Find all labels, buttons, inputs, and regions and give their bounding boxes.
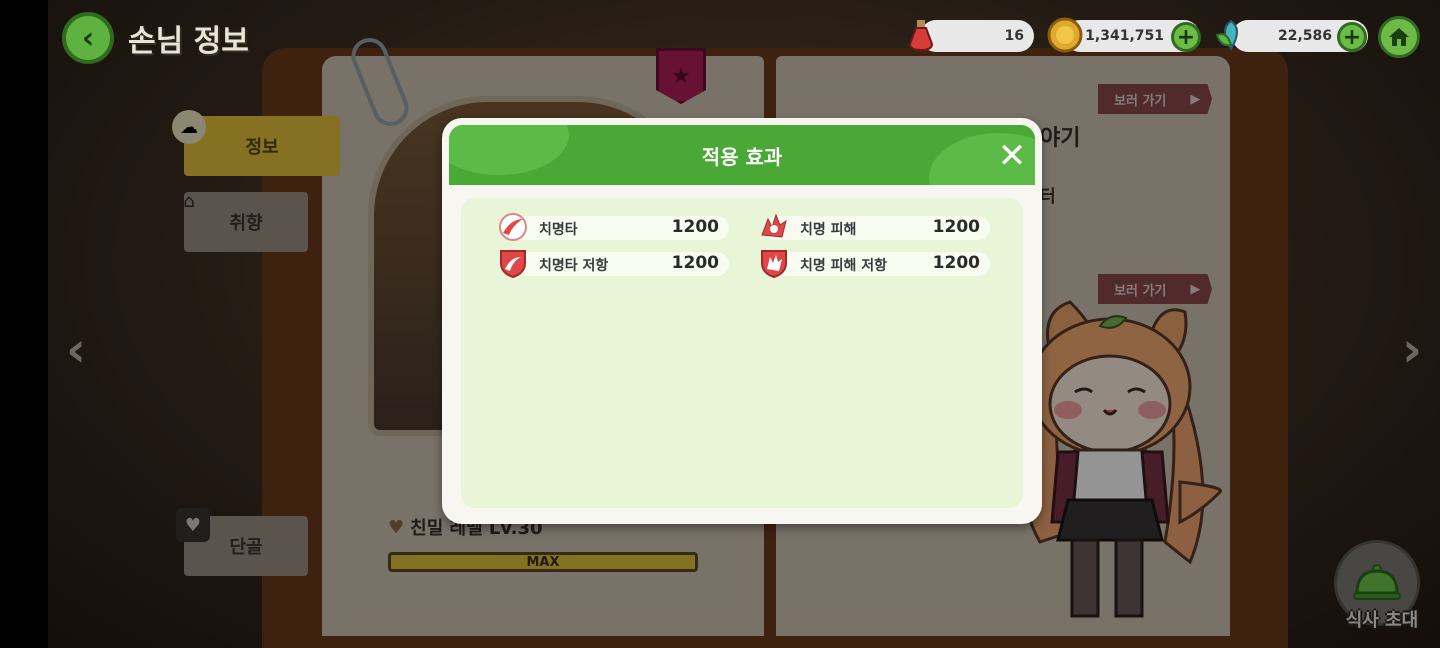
sheep-icon: ☁ bbox=[172, 110, 206, 144]
crit-icon bbox=[499, 213, 527, 241]
close-icon: ✕ bbox=[997, 136, 1027, 176]
effect-name: 치명 피해 bbox=[800, 222, 857, 238]
story-subtitle: 터 bbox=[1040, 187, 1056, 207]
crit-damage-icon bbox=[761, 213, 787, 238]
affinity-max-label: MAX bbox=[526, 554, 560, 570]
tab-info-label: 정보 bbox=[245, 137, 279, 158]
effect-value: 1200 bbox=[932, 217, 980, 237]
back-button[interactable]: ‹ bbox=[62, 12, 114, 64]
chevron-left-icon: ‹ bbox=[81, 20, 95, 56]
dialog-header: 적용 효과 ✕ bbox=[449, 125, 1035, 185]
tab-info[interactable]: 정보 bbox=[184, 116, 340, 176]
story-title: 야기 bbox=[1040, 126, 1081, 151]
effect-value: 1200 bbox=[671, 217, 719, 237]
play-arrow-icon: ▶ bbox=[1190, 91, 1201, 107]
effect-item: 치명타 저항 1200 bbox=[500, 250, 729, 279]
cloche-icon: ⌂ bbox=[183, 190, 195, 212]
potion-count: 16 bbox=[1004, 28, 1024, 44]
leaf-gem-icon bbox=[1212, 16, 1250, 54]
prev-arrow-icon[interactable]: ‹ bbox=[56, 320, 96, 380]
effect-item: 치명타 1200 bbox=[499, 213, 729, 241]
effects-list: 치명타 1200 치명 피해 1200 치명타 저항 1200 치명 피해 저항… bbox=[461, 198, 1023, 508]
close-button[interactable]: ✕ bbox=[995, 139, 1029, 173]
gem-count: 22,586 bbox=[1277, 28, 1332, 44]
add-gem-button[interactable]: + bbox=[1337, 22, 1367, 52]
card-heart-icon: ♥ bbox=[176, 508, 210, 542]
heart-icon: ♥ bbox=[388, 516, 405, 538]
tab-regular-label: 단골 bbox=[229, 537, 263, 558]
home-icon bbox=[1389, 28, 1409, 46]
add-coin-button[interactable]: + bbox=[1171, 22, 1201, 52]
effect-item: 치명 피해 1200 bbox=[761, 213, 990, 240]
coin-count: 1,341,751 bbox=[1085, 28, 1164, 44]
go-button-1-label: 보러 가기 bbox=[1114, 93, 1167, 109]
crit-damage-resist-icon bbox=[761, 250, 787, 279]
effect-name: 치명타 저항 bbox=[539, 258, 609, 274]
tab-preference-label: 취향 bbox=[229, 213, 263, 234]
go-button-1[interactable]: 보러 가기 ▶ bbox=[1098, 84, 1212, 114]
crit-resist-icon bbox=[500, 250, 526, 279]
affinity-progress-bar: MAX bbox=[388, 552, 698, 572]
next-arrow-icon[interactable]: › bbox=[1392, 320, 1432, 380]
effect-name: 치명 피해 저항 bbox=[800, 258, 888, 274]
home-button[interactable] bbox=[1378, 16, 1420, 58]
dine-invite-label: 식사 초대 bbox=[1345, 610, 1419, 631]
effect-name: 치명타 bbox=[539, 222, 578, 238]
effect-value: 1200 bbox=[671, 253, 719, 273]
effect-item: 치명 피해 저항 1200 bbox=[761, 250, 990, 279]
dine-invite-button[interactable]: 식사 초대 bbox=[1334, 540, 1420, 632]
effect-value: 1200 bbox=[932, 253, 980, 273]
coin-icon bbox=[1046, 16, 1084, 54]
dialog-title: 적용 효과 bbox=[701, 144, 783, 169]
potion-icon bbox=[902, 16, 940, 54]
page-title: 손님 정보 bbox=[128, 24, 249, 59]
applied-effects-dialog: 적용 효과 ✕ 치명타 1200 치명 피해 1200 치명타 저항 1200 … bbox=[442, 118, 1042, 524]
